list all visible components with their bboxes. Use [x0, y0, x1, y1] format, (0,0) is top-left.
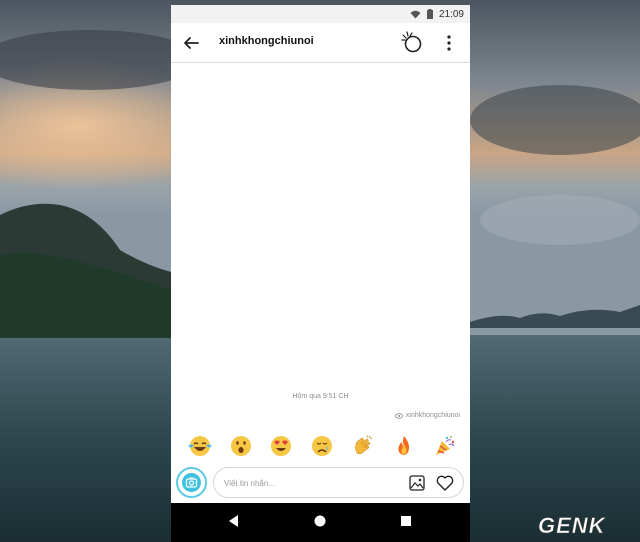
- gallery-icon[interactable]: [409, 475, 425, 491]
- back-arrow-icon[interactable]: [181, 33, 201, 53]
- home-circle-icon[interactable]: [312, 513, 328, 529]
- crying-face-icon[interactable]: [309, 433, 335, 459]
- message-composer: [176, 467, 465, 499]
- system-navigation-bar: [171, 503, 470, 542]
- party-popper-icon[interactable]: [432, 433, 458, 459]
- wifi-icon: [410, 10, 421, 18]
- conversation-header: xinhkhongchiunoi: [171, 23, 470, 63]
- message-input-container: [213, 467, 464, 498]
- back-triangle-icon[interactable]: [226, 513, 242, 529]
- heart-icon[interactable]: [436, 474, 454, 492]
- face-with-tears-of-joy-icon[interactable]: [187, 433, 213, 459]
- battery-icon: [426, 9, 433, 19]
- seen-indicator: xinhkhongchiunoi: [394, 412, 460, 419]
- message-input[interactable]: [224, 475, 394, 491]
- status-bar: 21:09: [171, 5, 470, 23]
- camera-button[interactable]: [176, 467, 207, 498]
- conversation-username[interactable]: xinhkhongchiunoi: [219, 35, 314, 47]
- genk-watermark-logo: GENK: [538, 513, 607, 538]
- message-thread[interactable]: Hôm qua 9:51 CH xinhkhongchiunoi: [171, 63, 470, 433]
- quick-reaction-bar: [171, 433, 470, 463]
- svg-text:GENK: GENK: [538, 513, 607, 538]
- seen-by-username: xinhkhongchiunoi: [405, 412, 460, 419]
- nudge-icon[interactable]: [401, 30, 423, 54]
- message-timestamp: Hôm qua 9:51 CH: [292, 393, 349, 400]
- camera-icon-background: [182, 473, 201, 492]
- phone-screen: 21:09 xinhkhongchiunoi Hôm qua 9:51 CH x…: [171, 5, 470, 542]
- clapping-hands-icon[interactable]: [350, 433, 376, 459]
- camera-icon: [185, 477, 198, 488]
- seen-eye-icon: [394, 412, 403, 419]
- more-options-icon[interactable]: [443, 34, 455, 52]
- status-time: 21:09: [438, 8, 464, 20]
- face-with-open-mouth-icon[interactable]: [228, 433, 254, 459]
- smiling-face-with-heart-eyes-icon[interactable]: [268, 433, 294, 459]
- recents-square-icon[interactable]: [398, 513, 414, 529]
- fire-icon[interactable]: [391, 433, 417, 459]
